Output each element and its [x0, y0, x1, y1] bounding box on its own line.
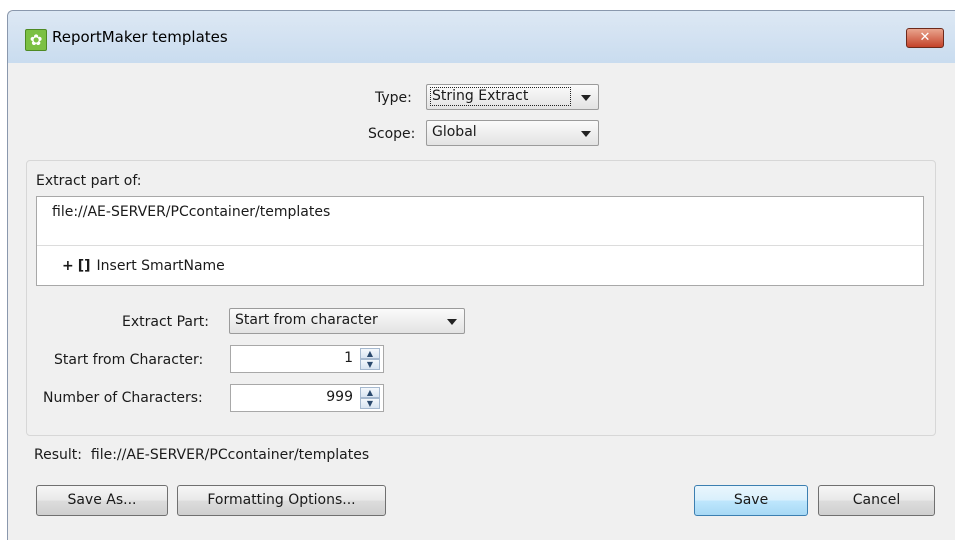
spinner-arrows-icon: ▲ ▼ — [360, 348, 380, 370]
number-characters-value: 999 — [326, 389, 353, 405]
formatting-options-button[interactable]: Formatting Options... — [177, 485, 386, 516]
cancel-button[interactable]: Cancel — [818, 485, 935, 516]
save-as-button[interactable]: Save As... — [36, 485, 168, 516]
extract-part-of-label: Extract part of: — [36, 173, 142, 189]
start-character-value: 1 — [344, 350, 353, 366]
extract-source-field[interactable]: file://AE-SERVER/PCcontainer/templates +… — [36, 196, 924, 286]
window-title: ReportMaker templates — [52, 28, 228, 46]
save-button[interactable]: Save — [694, 485, 808, 516]
extract-part-label: Extract Part: — [122, 314, 209, 330]
gear-icon: ✿ — [25, 29, 47, 51]
divider — [37, 245, 923, 246]
spinner-up-button[interactable]: ▲ — [360, 387, 380, 398]
type-value: String Extract — [432, 88, 529, 104]
brackets-icon: [] — [77, 258, 91, 274]
extract-part-value: Start from character — [235, 312, 378, 328]
result-label: Result: — [34, 447, 82, 463]
result-value: file://AE-SERVER/PCcontainer/templates — [90, 447, 370, 463]
insert-smartname-label: Insert SmartName — [96, 258, 225, 274]
close-button[interactable]: ✕ — [906, 28, 944, 48]
type-dropdown[interactable]: String Extract — [426, 84, 599, 110]
insert-smartname-button[interactable]: +[] Insert SmartName — [62, 258, 225, 274]
spinner-arrows-icon: ▲ ▼ — [360, 387, 380, 409]
chevron-down-icon — [581, 131, 591, 137]
start-character-label: Start from Character: — [54, 352, 204, 368]
spinner-up-button[interactable]: ▲ — [360, 348, 380, 359]
scope-label: Scope: — [368, 126, 416, 142]
scope-dropdown[interactable]: Global — [426, 120, 599, 146]
extract-source-path: file://AE-SERVER/PCcontainer/templates — [52, 204, 331, 220]
type-label: Type: — [375, 90, 412, 106]
title-bar: ✿ ReportMaker templates ✕ — [8, 11, 955, 63]
spinner-down-button[interactable]: ▼ — [360, 359, 380, 370]
extract-part-dropdown[interactable]: Start from character — [229, 308, 465, 334]
start-character-spinner[interactable]: 1 ▲ ▼ — [230, 345, 384, 373]
chevron-down-icon — [447, 319, 457, 325]
scope-value: Global — [432, 124, 477, 140]
number-characters-spinner[interactable]: 999 ▲ ▼ — [230, 384, 384, 412]
chevron-down-icon — [581, 95, 591, 101]
result-row: Result: file://AE-SERVER/PCcontainer/tem… — [34, 447, 369, 463]
spinner-down-button[interactable]: ▼ — [360, 398, 380, 409]
number-characters-label: Number of Characters: — [43, 390, 203, 406]
plus-icon: + — [62, 258, 74, 274]
